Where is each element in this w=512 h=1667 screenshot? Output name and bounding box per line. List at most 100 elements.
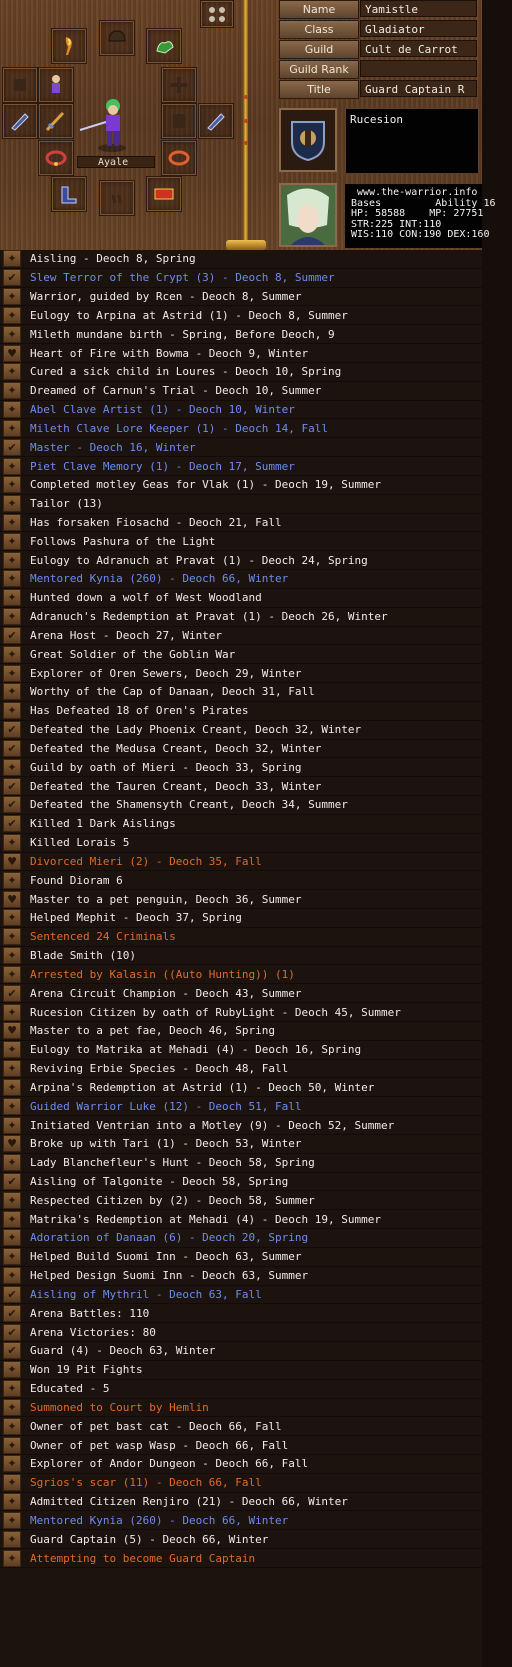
wing-mark-icon: ✦	[3, 1436, 21, 1454]
equip-slot-earring-left[interactable]	[2, 67, 38, 103]
stats-box: www.the-warrior.info Bases Ability 16 HP: …	[345, 184, 496, 248]
legend-row: ✦ Owner of pet bast cat - Deoch 66, Fall	[0, 1417, 482, 1437]
legend-row: ✦ Blade Smith (10)	[0, 947, 482, 966]
check-mark-icon: ✔	[3, 815, 21, 833]
wing-mark-icon: ✦	[3, 1267, 21, 1285]
legend-row: ♥ Heart of Fire with Bowma - Deoch 9, Win…	[0, 344, 482, 363]
equip-slot-boots[interactable]	[51, 176, 87, 212]
legend-text: Found Dioram 6	[30, 873, 123, 887]
equip-slot-accessory[interactable]	[146, 28, 182, 64]
equip-slot-shield[interactable]	[161, 103, 197, 139]
heart-mark-icon: ♥	[3, 890, 21, 908]
legend-row: ✦ Hunted down a wolf of West Woodland	[0, 589, 482, 608]
check-mark-icon: ✔	[3, 1172, 21, 1190]
legend-row: ✦ Summoned to Court by Hemlin	[0, 1398, 482, 1418]
legend-text: Guild by oath of Mieri - Deoch 33, Sprin…	[30, 760, 302, 774]
legend-row: ✦ Guard Captain (5) - Deoch 66, Winter	[0, 1530, 482, 1550]
wing-mark-icon: ✦	[3, 834, 21, 852]
wing-mark-icon: ✦	[3, 1549, 21, 1567]
equip-slot-armor-overlay[interactable]	[38, 67, 74, 103]
check-mark-icon: ✔	[3, 796, 21, 814]
legend-text: Has Defeated 18 of Oren's Pirates	[30, 704, 249, 718]
check-mark-icon: ✔	[3, 626, 21, 644]
legend-row: ✦ Admitted Citizen Renjiro (21) - Deoch 6…	[0, 1493, 482, 1512]
equip-slot-weapon-light[interactable]	[51, 28, 87, 64]
legend-row: ✔ Aisling of Talgonite - Deoch 58, Spring	[0, 1172, 482, 1192]
legend-row: ♥ Master to a pet penguin, Deoch 36, Summ…	[0, 890, 482, 909]
wing-mark-icon: ✦	[3, 947, 21, 965]
legend-text: Owner of pet wasp Wasp - Deoch 66, Fall	[30, 1438, 289, 1452]
legend-text: Defeated the Medusa Creant, Deoch 32, Wi…	[30, 741, 322, 755]
legend-row: ✦ Arrested by Kalasin ((Auto Hunting)) (1…	[0, 965, 482, 985]
legend-row: ✦ Found Dioram 6	[0, 871, 482, 891]
legend-text: Aisling - Deoch 8, Spring	[30, 252, 196, 266]
legend-text: Arrested by Kalasin ((Auto Hunting)) (1)	[30, 967, 295, 981]
check-mark-icon: ✔	[3, 1304, 21, 1322]
legend-row: ✦ Mentored Kynia (260) - Deoch 66, Winter	[0, 1511, 482, 1531]
legend-row: ✦ Abel Clave Artist (1) - Deoch 10, Winte…	[0, 401, 482, 420]
legend-row: ✦ Explorer of Andor Dungeon - Deoch 66, F…	[0, 1455, 482, 1474]
wing-mark-icon: ✦	[3, 1116, 21, 1134]
equip-slot-earring-right[interactable]	[161, 67, 197, 103]
equip-slot-belt[interactable]	[161, 140, 197, 176]
legend-text: Aisling of Mythril - Deoch 63, Fall	[30, 1287, 262, 1301]
necklace-icon	[45, 150, 67, 166]
portrait-image	[281, 185, 335, 245]
legend-row: ✦ Has Defeated 18 of Oren's Pirates	[0, 702, 482, 721]
legend-text: Sentenced 24 Criminals	[30, 930, 176, 944]
title-label: Title	[279, 80, 359, 99]
legend-row: ✦ Mileth Clave Lore Keeper (1) - Deoch 14…	[0, 419, 482, 439]
nation-box: Rucesion	[345, 108, 479, 174]
wing-mark-icon: ✦	[3, 1060, 21, 1078]
heart-mark-icon: ♥	[3, 852, 21, 870]
doll-icon	[52, 75, 60, 93]
stats-line: HP: 58588 MP: 27751	[351, 208, 484, 219]
legend-row: ✦ Reviving Erbie Species - Deoch 48, Fall	[0, 1060, 482, 1079]
wing-mark-icon: ✦	[3, 495, 21, 513]
legend-text: Lady Blanchefleur's Hunt - Deoch 58, Spr…	[30, 1156, 315, 1170]
wing-mark-icon: ✦	[3, 401, 21, 419]
legend-text: Helped Build Suomi Inn - Deoch 63, Summe…	[30, 1250, 302, 1264]
legend-row: ✦ Won 19 Pit Fights	[0, 1361, 482, 1380]
equip-slot-gauntlet-right[interactable]	[198, 103, 234, 139]
legend-row: ✦ Helped Design Suomi Inn - Deoch 63, Sum…	[0, 1267, 482, 1286]
legend-text: Adoration of Danaan (6) - Deoch 20, Spri…	[30, 1231, 309, 1245]
class-label: Class	[279, 20, 359, 39]
legend-text: Summoned to Court by Hemlin	[30, 1400, 209, 1414]
equip-slot-weapon[interactable]	[38, 103, 74, 139]
character-panel: Ayale Name Yamistle Class Gladiator Guil…	[0, 0, 496, 250]
legend-text: Owner of pet bast cat - Deoch 66, Fall	[30, 1419, 282, 1433]
legend-row: ♥ Master to a pet fae, Deoch 46, Spring	[0, 1022, 482, 1041]
wing-mark-icon: ✦	[3, 419, 21, 437]
wing-mark-icon: ✦	[3, 457, 21, 475]
legend-text: Blade Smith (10)	[30, 949, 136, 963]
menu-toggle-button[interactable]	[200, 0, 234, 28]
gauntlet-icon	[207, 113, 225, 131]
equip-slot-necklace[interactable]	[38, 140, 74, 176]
legend-text: Defeated the Shamensyth Creant, Deoch 34…	[30, 798, 348, 812]
legend-row: ✔ Defeated the Lady Phoenix Creant, Deoch…	[0, 721, 482, 740]
legend-text: Hunted down a wolf of West Woodland	[30, 591, 262, 605]
legend-text: Adranuch's Redemption at Pravat (1) - De…	[30, 610, 388, 624]
equip-slot-gauntlet-left[interactable]	[2, 103, 38, 139]
check-mark-icon: ✔	[3, 438, 21, 456]
character-name-tag: Ayale	[77, 156, 155, 168]
equip-slot-overcoat[interactable]	[99, 180, 135, 216]
wing-mark-icon: ✦	[3, 1003, 21, 1021]
equip-slot-gem[interactable]	[146, 176, 182, 212]
check-mark-icon: ✔	[3, 1323, 21, 1341]
equip-slot-helmet[interactable]	[99, 20, 135, 56]
legend-row: ✦ Follows Pashura of the Light	[0, 532, 482, 552]
legend-text: Killed 1 Dark Aislings	[30, 817, 176, 831]
legend-text: Cured a sick child in Loures - Deoch 10,…	[30, 365, 342, 379]
legend-text: Eulogy to Matrika at Mehadi (4) - Deoch …	[30, 1043, 362, 1057]
stats-line: www.the-warrior.info	[351, 187, 478, 198]
heart-mark-icon: ♥	[3, 344, 21, 362]
legend-text: Great Soldier of the Goblin War	[30, 647, 236, 661]
nation-name: Rucesion	[350, 113, 403, 126]
legend-row: ✦ Worthy of the Cap of Danaan, Deoch 31, …	[0, 683, 482, 702]
stats-line: WIS:110 CON:190 DEX:160	[351, 229, 490, 240]
shield-emblem-icon	[291, 121, 325, 162]
legend-text: Dreamed of Carnun's Trial - Deoch 10, Su…	[30, 384, 322, 398]
check-mark-icon: ✔	[3, 1342, 21, 1360]
